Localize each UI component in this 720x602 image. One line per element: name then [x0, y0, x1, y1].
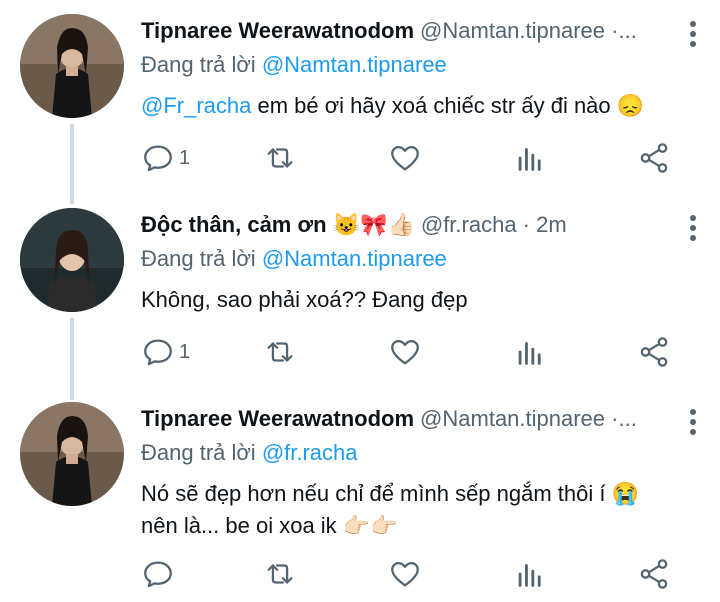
like-icon: [391, 561, 419, 587]
like-button[interactable]: [388, 334, 422, 370]
tweet-header: Độc thân, cảm ơn 😺🎀👍🏻 @fr.racha · 2m: [141, 212, 670, 242]
retweet-icon: [267, 342, 293, 362]
reply-icon: [144, 339, 172, 366]
reply-count: 1: [179, 146, 191, 169]
handle[interactable]: @Namtan.tipnaree ·...: [420, 18, 637, 43]
handle[interactable]: @Namtan.tipnaree ·...: [420, 406, 637, 431]
avatar[interactable]: [20, 14, 124, 118]
share-icon: [640, 143, 668, 173]
replying-prefix: Đang trả lời: [141, 440, 262, 465]
more-icon[interactable]: [686, 20, 700, 48]
replying-prefix: Đang trả lời: [141, 52, 262, 77]
avatar[interactable]: [20, 208, 124, 312]
analytics-icon: [518, 342, 541, 365]
action-bar: [141, 556, 700, 592]
tweet-header: Tipnaree Weerawatnodom @Namtan.tipnaree ·…: [141, 18, 670, 48]
tweet-text-body: em bé ơi hãy xoá chiếc str ấy đi nào 😞: [251, 93, 645, 118]
replying-to: Đang trả lời @Namtan.tipnaree: [141, 52, 447, 78]
replying-prefix: Đang trả lời: [141, 246, 262, 271]
share-button[interactable]: [637, 334, 671, 370]
action-bar: 1: [141, 140, 700, 176]
share-icon: [640, 337, 668, 367]
reply-to-mention[interactable]: @Namtan.tipnaree: [262, 246, 447, 271]
retweet-icon: [267, 148, 293, 168]
avatar[interactable]: [20, 402, 124, 506]
tweet-text: Nó sẽ đẹp hơn nếu chỉ để mình sếp ngắm t…: [141, 478, 700, 542]
reply-icon: [144, 145, 172, 172]
reply-to-mention[interactable]: @fr.racha: [262, 440, 358, 465]
tweet[interactable]: Tipnaree Weerawatnodom @Namtan.tipnaree ·…: [0, 0, 720, 200]
replying-to: Đang trả lời @Namtan.tipnaree: [141, 246, 447, 272]
more-icon[interactable]: [686, 214, 700, 242]
reply-to-mention[interactable]: @Namtan.tipnaree: [262, 52, 447, 77]
tweet-text-line: Nó sẽ đẹp hơn nếu chỉ để mình sếp ngắm t…: [141, 481, 639, 506]
reply-button[interactable]: [141, 556, 179, 592]
analytics-button[interactable]: [513, 556, 547, 592]
tweet-text: Không, sao phải xoá?? Đang đẹp: [141, 284, 700, 316]
text-mention[interactable]: @Fr_racha: [141, 93, 251, 118]
share-button[interactable]: [637, 556, 671, 592]
share-icon: [640, 559, 668, 589]
analytics-icon: [518, 564, 541, 587]
handle[interactable]: @fr.racha · 2m: [421, 212, 567, 237]
analytics-button[interactable]: [513, 334, 547, 370]
share-button[interactable]: [637, 140, 671, 176]
tweet[interactable]: Độc thân, cảm ơn 😺🎀👍🏻 @fr.racha · 2m Đang…: [0, 196, 720, 396]
tweet-header: Tipnaree Weerawatnodom @Namtan.tipnaree ·…: [141, 406, 670, 436]
reply-count: 1: [179, 340, 191, 363]
analytics-button[interactable]: [513, 140, 547, 176]
action-bar: 1: [141, 334, 700, 370]
more-icon[interactable]: [686, 408, 700, 436]
analytics-icon: [518, 148, 541, 171]
like-icon: [391, 339, 419, 365]
reply-button[interactable]: 1: [141, 334, 190, 370]
retweet-icon: [267, 564, 293, 584]
display-name[interactable]: Tipnaree Weerawatnodom: [141, 18, 414, 43]
display-name[interactable]: Độc thân, cảm ơn 😺🎀👍🏻: [141, 212, 415, 237]
replying-to: Đang trả lời @fr.racha: [141, 440, 358, 466]
reply-icon: [144, 561, 172, 588]
retweet-button[interactable]: [263, 140, 297, 176]
tweet-text-line: nên là... be oi xoa ik 👉🏻👉🏻: [141, 513, 398, 538]
like-button[interactable]: [388, 556, 422, 592]
retweet-button[interactable]: [263, 334, 297, 370]
tweet[interactable]: Tipnaree Weerawatnodom @Namtan.tipnaree ·…: [0, 392, 720, 602]
like-button[interactable]: [388, 140, 422, 176]
tweet-text-body: Không, sao phải xoá?? Đang đẹp: [141, 287, 468, 312]
like-icon: [391, 145, 419, 171]
display-name[interactable]: Tipnaree Weerawatnodom: [141, 406, 414, 431]
retweet-button[interactable]: [263, 556, 297, 592]
reply-button[interactable]: 1: [141, 140, 190, 176]
tweet-text: @Fr_racha em bé ơi hãy xoá chiếc str ấy …: [141, 90, 700, 122]
